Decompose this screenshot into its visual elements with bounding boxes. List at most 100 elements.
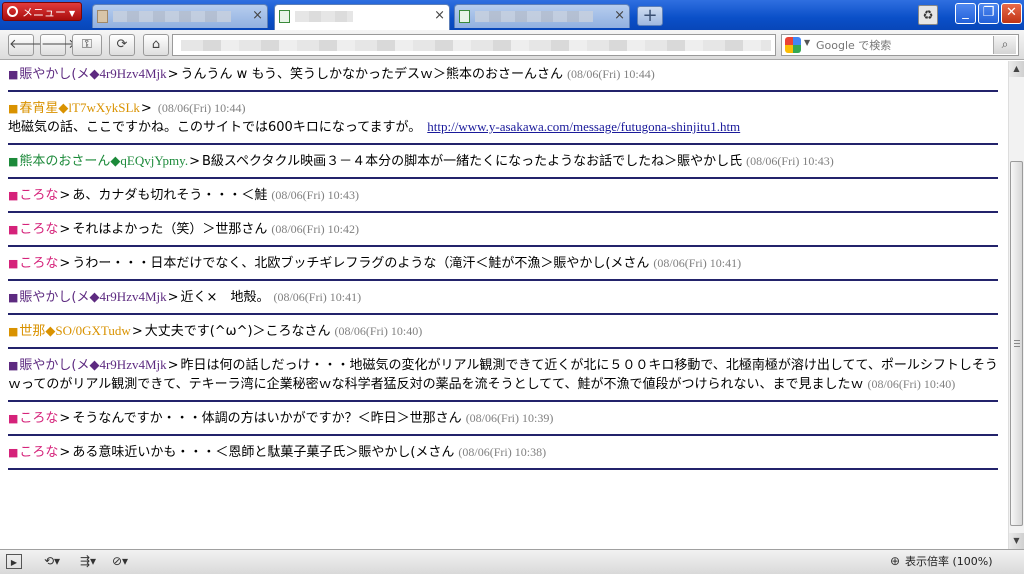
tab-close-icon[interactable]: × [434, 8, 445, 23]
reload-icon: ⟳ [116, 37, 128, 52]
maximize-button[interactable]: ❐ [978, 3, 999, 24]
post-message: うわー・・・日本だけでなく、北欧ブッチギレフラグのような（滝汗＜鮭が不漁＞賑やか… [72, 256, 650, 271]
tab-close-icon[interactable]: × [614, 8, 625, 23]
grip-icon [1014, 340, 1020, 347]
chat-post: ■ころな> うわー・・・日本だけでなく、北欧ブッチギレフラグのような（滝汗＜鮭が不… [8, 247, 998, 281]
wand-button[interactable]: ⚿ [72, 34, 102, 56]
post-tripcode: ◆lT7wXykSLk [58, 100, 140, 115]
post-tripcode: ◆4r9Hzv4Mjk [89, 357, 167, 372]
navigation-toolbar: 🡐 🡒 ⚿ ⟳ ⌂ ▼ ⌕ [0, 30, 1024, 60]
search-input[interactable] [816, 36, 992, 54]
chat-post: ■賑やかし(メ◆4r9Hzv4Mjk> うんうん w もう、笑うしかなかったデスｗ… [8, 61, 998, 92]
trash-can-icon[interactable]: ♻ [918, 5, 938, 25]
browser-tab-1[interactable]: × [92, 4, 268, 28]
vertical-scrollbar[interactable]: ▲ ▼ [1008, 61, 1024, 549]
chat-post: ■ころな> あ、カナダも切れそう・・・＜鮭 (08/06(Fri) 10:43) [8, 179, 998, 213]
post-author: 世那 [19, 324, 46, 339]
google-logo-icon[interactable] [785, 37, 801, 53]
post-tripcode: ◆4r9Hzv4Mjk [89, 289, 167, 304]
post-author: ころな [19, 256, 59, 271]
separator-icon: > [167, 290, 179, 305]
separator-icon: > [59, 256, 71, 271]
key-icon: ⚿ [82, 37, 92, 52]
post-author: ころな [19, 445, 59, 460]
user-color-square-icon: ■ [8, 223, 19, 236]
post-timestamp: (08/06(Fri) 10:39) [465, 411, 554, 425]
post-timestamp: (08/06(Fri) 10:44) [567, 67, 655, 81]
separator-icon: > [189, 154, 200, 169]
post-tripcode: ◆4r9Hzv4Mjk [89, 66, 167, 81]
user-color-square-icon: ■ [8, 446, 19, 459]
post-author: 賑やかし(メ [19, 358, 90, 373]
reload-button[interactable]: ⟳ [109, 34, 135, 56]
post-author: 熊本のおさーん [19, 154, 111, 169]
tab-title-redacted [295, 11, 353, 22]
chat-post: ■賑やかし(メ◆4r9Hzv4Mjk> 昨日は何の話しだっけ・・・地磁気の変化がリ… [8, 349, 998, 402]
user-color-square-icon: ■ [8, 68, 19, 81]
separator-icon: > [59, 188, 71, 203]
post-author: ころな [19, 222, 59, 237]
zoom-icon[interactable]: ⊕ [890, 554, 900, 569]
search-box[interactable]: ▼ ⌕ [781, 34, 1019, 56]
blank-page-icon [97, 10, 108, 23]
chat-post: ■ころな> それはよかった（笑）＞世那さん (08/06(Fri) 10:42) [8, 213, 998, 247]
close-window-button[interactable]: ✕ [1001, 3, 1022, 24]
user-color-square-icon: ■ [8, 257, 19, 270]
post-timestamp: (08/06(Fri) 10:42) [271, 222, 359, 236]
minimize-button[interactable]: _ [955, 3, 976, 24]
post-message: あ、カナダも切れそう・・・＜鮭 [72, 188, 268, 203]
post-author: 春宵星 [19, 101, 59, 116]
separator-icon: > [59, 445, 71, 460]
scrollbar-thumb[interactable] [1010, 161, 1023, 526]
zoom-level-label[interactable]: 表示倍率 (100%) [905, 554, 993, 569]
user-color-square-icon: ■ [8, 189, 19, 202]
browser-tab-3[interactable]: × [454, 4, 630, 28]
scroll-up-arrow-icon[interactable]: ▲ [1009, 61, 1024, 77]
home-icon: ⌂ [151, 37, 161, 52]
arrow-left-icon: 🡐 [9, 37, 44, 52]
search-button[interactable]: ⌕ [993, 36, 1016, 54]
separator-icon: > [167, 358, 179, 373]
post-author: ころな [19, 188, 59, 203]
back-button[interactable]: 🡐 [8, 34, 44, 56]
opera-menu-button[interactable]: メニュー ▼ [2, 2, 82, 21]
block-content-icon[interactable]: ⊘▾ [112, 554, 128, 569]
forward-button[interactable]: 🡒 [40, 34, 76, 56]
scroll-down-arrow-icon[interactable]: ▼ [1009, 533, 1024, 549]
tab-close-icon[interactable]: × [252, 8, 263, 23]
post-author: 賑やかし(メ [19, 290, 90, 305]
post-message: うんうん w もう、笑うしかなかったデスｗ＞熊本のおさーんさん [180, 67, 564, 82]
tab-title-redacted [113, 11, 231, 22]
post-timestamp: (08/06(Fri) 10:38) [458, 445, 547, 459]
chevron-down-icon: ▼ [69, 9, 76, 18]
address-bar[interactable] [172, 34, 776, 56]
home-button[interactable]: ⌂ [143, 34, 169, 56]
post-timestamp: (08/06(Fri) 10:43) [746, 154, 834, 168]
separator-icon: > [59, 222, 71, 237]
post-timestamp: (08/06(Fri) 10:41) [273, 290, 362, 304]
panel-toggle-icon[interactable]: ▶ [6, 554, 22, 569]
opera-logo-icon [7, 6, 18, 17]
post-tripcode: ◆qEQvjYpmy. [110, 153, 189, 168]
chevron-down-icon[interactable]: ▼ [804, 38, 810, 47]
browser-tab-2-active[interactable]: × [274, 4, 450, 30]
separator-icon: > [59, 411, 71, 426]
post-message: 大丈夫です(^ω^)＞ころなさん [144, 324, 331, 339]
post-message: 地磁気の話、ここですかね。このサイトでは600キロになってますが。 [8, 120, 422, 135]
turbo-icon[interactable]: ⇶▾ [80, 554, 96, 569]
post-timestamp: (08/06(Fri) 10:41) [653, 256, 742, 270]
sync-icon[interactable]: ⟲▾ [44, 554, 60, 569]
post-timestamp: (08/06(Fri) 10:40) [334, 324, 423, 338]
chat-log: ■賑やかし(メ◆4r9Hzv4Mjk> うんうん w もう、笑うしかなかったデスｗ… [8, 61, 998, 470]
post-message: それはよかった（笑）＞世那さん [72, 222, 268, 237]
user-color-square-icon: ■ [8, 291, 19, 304]
user-color-square-icon: ■ [8, 102, 19, 115]
new-tab-button[interactable]: + [637, 6, 663, 26]
status-bar: ▶ ⟲▾ ⇶▾ ⊘▾ ⊕ 表示倍率 (100%) [0, 549, 1024, 574]
post-author: ころな [19, 411, 59, 426]
separator-icon: > [167, 67, 179, 82]
chat-post: ■ころな> そうなんですか・・・体調の方はいかがですか？＜昨日＞世那さん (08/0… [8, 402, 998, 436]
post-message: B級スペクタクル映画３－４本分の脚本が一緒たくになったようなお話でしたね＞賑やか… [201, 154, 743, 169]
post-link[interactable]: http://www.y-asakawa.com/message/futugon… [427, 119, 740, 134]
post-message: そうなんですか・・・体調の方はいかがですか？＜昨日＞世那さん [72, 411, 462, 426]
